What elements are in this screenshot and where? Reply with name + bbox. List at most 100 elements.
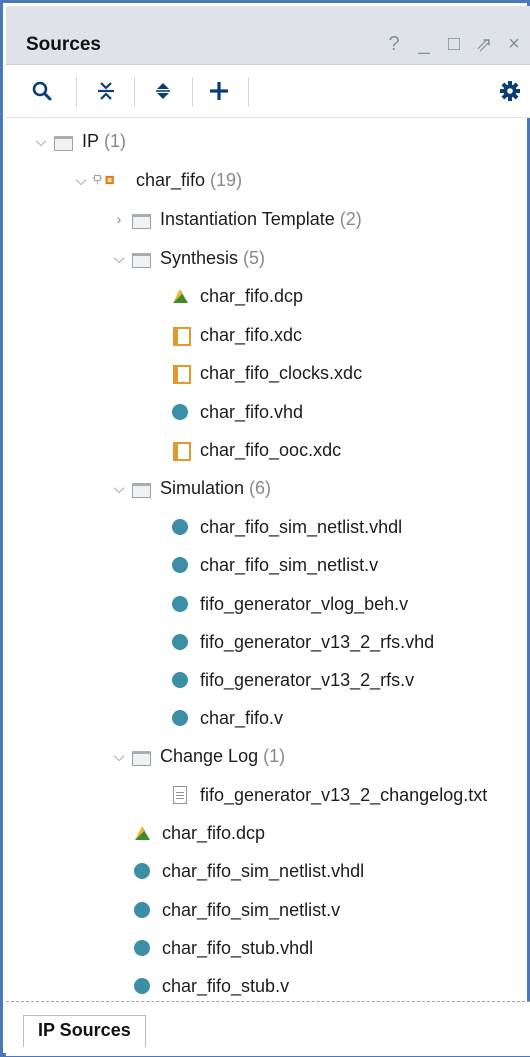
expand-icon[interactable] — [147, 75, 179, 107]
tree-node-label: Instantiation Template — [160, 208, 335, 229]
tree-file-item[interactable]: char_fifo_sim_netlist.v — [130, 892, 340, 928]
tree-file-item[interactable]: fifo_generator_v13_2_changelog.txt — [168, 777, 487, 813]
tree-node-count: (1) — [104, 130, 127, 151]
folder-icon — [130, 209, 154, 229]
tree-file-label: char_fifo.v — [200, 707, 284, 728]
folder-icon — [130, 746, 154, 766]
source-tree: ⌵ IP (1) ⌵ char_fifo (19) › Instantiatio… — [6, 121, 530, 999]
help-icon[interactable]: ? — [384, 33, 404, 56]
collapse-all-icon[interactable] — [90, 75, 122, 107]
chevron-down-icon[interactable]: ⌵ — [72, 172, 90, 189]
tree-node-count: (6) — [249, 477, 272, 498]
tree-file-item[interactable]: fifo_generator_v13_2_rfs.v — [168, 662, 414, 698]
gear-icon[interactable] — [494, 75, 526, 107]
toolbar-separator — [76, 77, 77, 107]
xdc-constraint-icon — [170, 325, 194, 346]
tree-file-label: char_fifo_clocks.xdc — [200, 362, 363, 383]
tree-file-item[interactable]: char_fifo_ooc.xdc — [168, 432, 341, 468]
tree-node-char-fifo[interactable]: ⌵ char_fifo (19) — [72, 162, 242, 198]
tree-file-item[interactable]: char_fifo_sim_netlist.v — [168, 547, 378, 583]
tree-node-count: (19) — [210, 169, 243, 190]
tree-file-label: char_fifo.vhd — [200, 401, 304, 422]
ip-core-icon — [92, 170, 130, 190]
tree-file-label: char_fifo_sim_netlist.vhdl — [200, 516, 403, 537]
tree-file-item[interactable]: char_fifo_stub.vhdl — [130, 930, 313, 966]
folder-icon — [130, 478, 154, 498]
tab-ip-sources[interactable]: IP Sources — [23, 1015, 146, 1047]
float-icon[interactable]: ⇗ — [474, 32, 494, 57]
close-icon[interactable]: × — [504, 33, 524, 56]
tree-node-label: Change Log — [160, 745, 259, 766]
source-file-icon — [132, 861, 156, 881]
tree-file-label: char_fifo_stub.vhdl — [162, 937, 314, 958]
tree-node-synthesis[interactable]: ⌵ Synthesis (5) — [110, 240, 265, 276]
tree-file-item[interactable]: char_fifo_stub.v — [130, 968, 289, 1004]
dcp-checkpoint-icon — [132, 823, 156, 843]
search-icon[interactable] — [26, 75, 58, 107]
tree-file-label: char_fifo.dcp — [162, 822, 266, 843]
add-icon[interactable] — [203, 75, 235, 107]
tree-file-label: fifo_generator_v13_2_rfs.v — [200, 669, 415, 690]
xdc-constraint-icon — [170, 363, 194, 384]
source-file-icon — [132, 938, 156, 958]
tree-node-label: Simulation — [160, 477, 245, 498]
tree-file-item[interactable]: char_fifo.dcp — [130, 815, 265, 851]
chevron-down-icon[interactable]: ⌵ — [110, 480, 128, 497]
source-file-icon — [170, 632, 194, 652]
tree-file-label: char_fifo_ooc.xdc — [200, 439, 342, 460]
source-file-icon — [170, 670, 194, 690]
source-file-icon — [170, 708, 194, 728]
bottom-tab-bar: IP Sources — [6, 1001, 530, 1056]
sources-panel: Sources ? _ □ ⇗ × ⌵ IP (1) ⌵ char_fifo (… — [0, 0, 530, 1057]
xdc-constraint-icon — [170, 440, 194, 461]
toolbar-separator — [248, 77, 249, 107]
tree-file-item[interactable]: char_fifo_clocks.xdc — [168, 355, 362, 391]
dcp-checkpoint-icon — [170, 286, 194, 306]
tree-file-label: char_fifo_sim_netlist.v — [200, 554, 379, 575]
tree-file-item[interactable]: char_fifo.v — [168, 700, 283, 736]
tree-file-item[interactable]: char_fifo_sim_netlist.vhdl — [130, 853, 364, 889]
source-file-icon — [170, 555, 194, 575]
source-file-icon — [170, 594, 194, 614]
tree-file-label: char_fifo.xdc — [200, 324, 303, 345]
chevron-right-icon[interactable]: › — [110, 211, 128, 227]
maximize-icon[interactable]: □ — [444, 33, 464, 56]
tree-file-item[interactable]: char_fifo.vhd — [168, 394, 303, 430]
tree-node-count: (2) — [339, 208, 362, 229]
tree-file-label: fifo_generator_v13_2_rfs.vhd — [200, 631, 435, 652]
minimize-icon[interactable]: _ — [414, 33, 434, 56]
folder-icon — [52, 131, 76, 151]
tree-node-simulation[interactable]: ⌵ Simulation (6) — [110, 470, 271, 506]
tree-file-item[interactable]: fifo_generator_v13_2_rfs.vhd — [168, 624, 434, 660]
tree-file-item[interactable]: char_fifo.xdc — [168, 317, 302, 353]
toolbar-separator — [134, 77, 135, 107]
chevron-down-icon[interactable]: ⌵ — [110, 250, 128, 267]
tree-file-label: char_fifo_stub.v — [162, 975, 290, 996]
tree-file-item[interactable]: char_fifo_sim_netlist.vhdl — [168, 509, 402, 545]
tree-node-change-log[interactable]: ⌵ Change Log (1) — [110, 738, 285, 774]
chevron-down-icon[interactable]: ⌵ — [32, 133, 50, 150]
source-file-icon — [170, 402, 194, 422]
panel-title: Sources — [26, 34, 101, 55]
text-file-icon — [170, 785, 194, 805]
folder-icon — [130, 248, 154, 268]
tree-node-label: IP — [82, 130, 100, 151]
tree-node-count: (1) — [263, 745, 286, 766]
toolbar-separator — [192, 77, 193, 107]
panel-title-bar: Sources ? _ □ ⇗ × — [6, 6, 530, 65]
source-file-icon — [132, 976, 156, 996]
tree-file-item[interactable]: fifo_generator_vlog_beh.v — [168, 586, 408, 622]
tree-node-label: Synthesis — [160, 247, 239, 268]
tree-file-label: fifo_generator_vlog_beh.v — [200, 593, 409, 614]
window-controls: ? _ □ ⇗ × — [384, 32, 524, 57]
tree-file-label: fifo_generator_v13_2_changelog.txt — [200, 784, 488, 805]
tree-file-item[interactable]: char_fifo.dcp — [168, 278, 303, 314]
tree-file-label: char_fifo_sim_netlist.v — [162, 899, 341, 920]
chevron-down-icon[interactable]: ⌵ — [110, 748, 128, 765]
tree-node-instantiation-template[interactable]: › Instantiation Template (2) — [110, 201, 362, 237]
tree-file-label: char_fifo.dcp — [200, 285, 304, 306]
source-file-icon — [170, 517, 194, 537]
tree-node-ip[interactable]: ⌵ IP (1) — [32, 123, 126, 159]
tree-node-count: (5) — [243, 247, 266, 268]
tree-node-label: char_fifo — [136, 169, 206, 190]
